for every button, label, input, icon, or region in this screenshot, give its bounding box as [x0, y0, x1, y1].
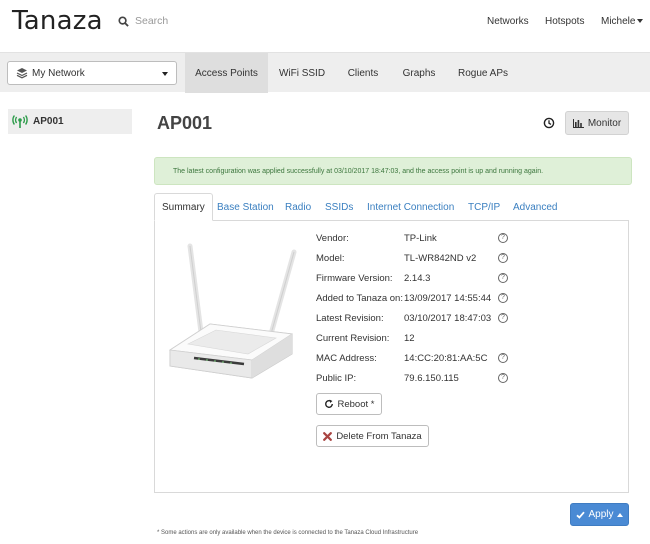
- sub-nav: My Network Access Points WiFi SSID Clien…: [0, 52, 650, 93]
- tab-rogue-aps[interactable]: Rogue APs: [452, 53, 514, 93]
- chevron-down-icon: [162, 72, 168, 76]
- nav-networks[interactable]: Networks: [487, 16, 529, 27]
- summary-label: Model:: [316, 253, 345, 264]
- network-select-value: My Network: [32, 67, 85, 79]
- chevron-down-icon: [637, 19, 644, 24]
- summary-value: 03/10/2017 18:47:03: [404, 313, 492, 324]
- layers-icon: [16, 68, 28, 79]
- tab-radio[interactable]: Radio: [285, 193, 311, 221]
- tab-ssids[interactable]: SSIDs: [325, 193, 353, 221]
- summary-value: 79.6.150.115: [404, 373, 459, 384]
- bar-chart-icon: [572, 118, 584, 128]
- router-image: [168, 243, 297, 379]
- network-select[interactable]: My Network: [7, 61, 177, 85]
- tab-advanced[interactable]: Advanced: [513, 193, 557, 221]
- summary-label: Latest Revision:: [316, 313, 384, 324]
- summary-label: Current Revision:: [316, 333, 390, 344]
- search-input[interactable]: Search: [135, 15, 168, 27]
- tab-access-points[interactable]: Access Points: [185, 53, 268, 93]
- tab-summary[interactable]: Summary: [154, 193, 213, 221]
- help-icon[interactable]: ?: [498, 313, 508, 323]
- tab-graphs[interactable]: Graphs: [396, 53, 442, 93]
- check-icon: [576, 511, 586, 519]
- monitor-button[interactable]: Monitor: [565, 111, 629, 135]
- refresh-icon: [324, 399, 333, 408]
- delete-label: Delete From Tanaza: [336, 430, 422, 442]
- help-icon[interactable]: ?: [498, 353, 508, 363]
- alert-text: The latest configuration was applied suc…: [173, 167, 544, 175]
- tab-tcp-ip[interactable]: TCP/IP: [468, 193, 500, 221]
- tab-base-station[interactable]: Base Station: [217, 193, 274, 221]
- user-name: Michele: [601, 16, 636, 27]
- delete-button[interactable]: Delete From Tanaza: [316, 425, 429, 447]
- user-menu[interactable]: Michele: [601, 16, 644, 27]
- summary-label: Firmware Version:: [316, 273, 393, 284]
- summary-value: TL-WR842ND v2: [404, 253, 477, 264]
- help-icon[interactable]: ?: [498, 273, 508, 283]
- summary-value: TP-Link: [404, 233, 437, 244]
- summary-label: Public IP:: [316, 373, 357, 384]
- summary-value: 14:CC:20:81:AA:5C: [404, 353, 488, 364]
- reboot-button[interactable]: Reboot *: [316, 393, 382, 415]
- tab-internet-connection[interactable]: Internet Connection: [367, 193, 454, 221]
- help-icon[interactable]: ?: [498, 293, 508, 303]
- nav-hotspots[interactable]: Hotspots: [545, 16, 584, 27]
- apply-label: Apply: [588, 509, 614, 520]
- summary-label: MAC Address:: [316, 353, 377, 364]
- wifi-signal-icon: [12, 114, 28, 128]
- tab-wifi-ssid[interactable]: WiFi SSID: [270, 53, 334, 93]
- help-icon[interactable]: ?: [498, 233, 508, 243]
- chevron-up-icon: [616, 512, 623, 517]
- top-bar: Tanaza Search Networks Hotspots Michele: [0, 0, 650, 52]
- footnote: * Some actions are only available when t…: [157, 530, 419, 536]
- reboot-label: Reboot *: [337, 398, 375, 410]
- summary-value: 12: [404, 333, 415, 344]
- page-title: AP001: [157, 113, 213, 133]
- summary-value: 2.14.3: [404, 273, 431, 284]
- help-icon[interactable]: ?: [498, 373, 508, 383]
- sidebar-item-label: AP001: [33, 116, 64, 127]
- tanaza-logo[interactable]: Tanaza: [12, 6, 103, 36]
- close-icon: [323, 431, 333, 441]
- sidebar-item-ap001[interactable]: AP001: [8, 109, 132, 134]
- apply-button[interactable]: Apply: [570, 503, 629, 526]
- history-icon[interactable]: [543, 117, 555, 129]
- tab-clients[interactable]: Clients: [340, 53, 386, 93]
- summary-label: Added to Tanaza on:: [316, 293, 403, 304]
- search-icon: [118, 15, 129, 27]
- success-alert: The latest configuration was applied suc…: [154, 157, 632, 185]
- summary-value: 13/09/2017 14:55:44: [404, 293, 492, 304]
- search-box[interactable]: Search: [118, 15, 168, 27]
- monitor-label: Monitor: [587, 117, 622, 129]
- ap-tabs: Summary Base Station Radio SSIDs Interne…: [154, 193, 629, 221]
- help-icon[interactable]: ?: [498, 253, 508, 263]
- summary-label: Vendor:: [316, 233, 349, 244]
